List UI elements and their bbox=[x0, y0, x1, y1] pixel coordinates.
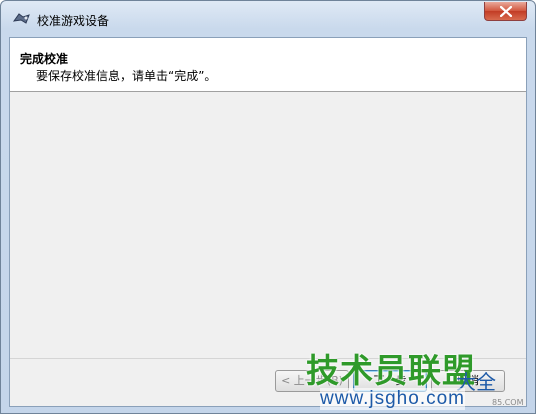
wizard-header: 完成校准 要保存校准信息，请单击“完成”。 bbox=[10, 38, 526, 92]
title-bar[interactable]: 校准游戏设备 bbox=[1, 1, 535, 37]
watermark-small-text: 85.COM bbox=[492, 398, 524, 407]
window-title: 校准游戏设备 bbox=[37, 14, 110, 28]
page-subtitle: 要保存校准信息，请单击“完成”。 bbox=[36, 69, 217, 83]
watermark-title: 技术员联盟 bbox=[306, 351, 476, 390]
close-icon bbox=[500, 6, 512, 17]
watermark: 技术员联盟 大全 www.jsgho.com 85.COM bbox=[306, 344, 532, 412]
close-button[interactable] bbox=[484, 2, 527, 21]
page-title: 完成校准 bbox=[20, 52, 69, 66]
game-controller-icon bbox=[12, 12, 31, 26]
watermark-url: www.jsgho.com bbox=[320, 388, 465, 410]
